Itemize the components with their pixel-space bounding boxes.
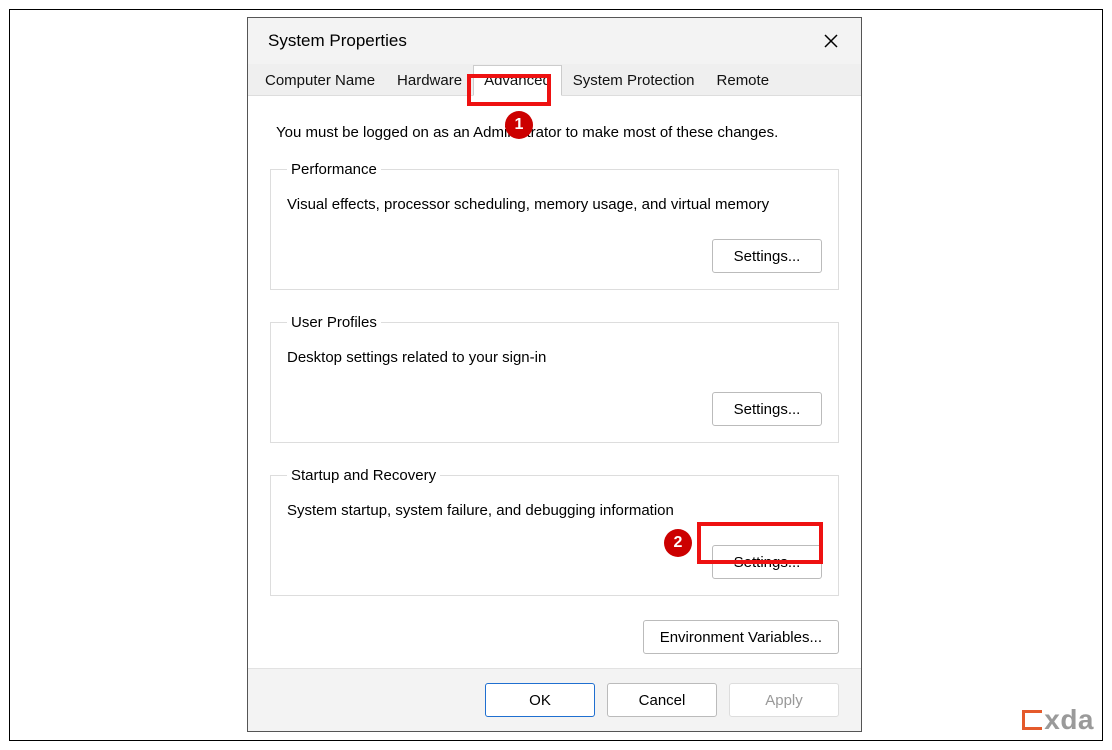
titlebar: System Properties — [248, 18, 861, 64]
close-button[interactable] — [811, 21, 851, 61]
legend-startup-recovery: Startup and Recovery — [287, 467, 440, 484]
apply-button: Apply — [729, 683, 839, 717]
content-area: You must be logged on as an Administrato… — [248, 96, 861, 668]
watermark-text: xda — [1044, 704, 1094, 736]
tab-advanced[interactable]: Advanced — [473, 65, 562, 96]
legend-user-profiles: User Profiles — [287, 314, 381, 331]
window-title: System Properties — [268, 31, 811, 51]
xda-logo-icon — [1022, 710, 1042, 730]
user-profiles-settings-button[interactable]: Settings... — [712, 392, 822, 426]
tab-hardware[interactable]: Hardware — [386, 65, 473, 95]
cancel-button[interactable]: Cancel — [607, 683, 717, 717]
group-user-profiles: User Profiles Desktop settings related t… — [270, 314, 839, 443]
tab-computer-name[interactable]: Computer Name — [254, 65, 386, 95]
tab-remote[interactable]: Remote — [706, 65, 781, 95]
environment-variables-button[interactable]: Environment Variables... — [643, 620, 839, 654]
group-performance: Performance Visual effects, processor sc… — [270, 161, 839, 290]
desc-user-profiles: Desktop settings related to your sign-in — [287, 349, 822, 366]
startup-recovery-settings-button[interactable]: Settings... — [712, 545, 822, 579]
group-startup-recovery: Startup and Recovery System startup, sys… — [270, 467, 839, 596]
ok-button[interactable]: OK — [485, 683, 595, 717]
desc-startup-recovery: System startup, system failure, and debu… — [287, 502, 822, 519]
xda-watermark: xda — [1022, 704, 1094, 736]
performance-settings-button[interactable]: Settings... — [712, 239, 822, 273]
close-icon — [823, 33, 839, 49]
tab-bar: Computer Name Hardware Advanced System P… — [248, 64, 861, 96]
tab-system-protection[interactable]: System Protection — [562, 65, 706, 95]
system-properties-dialog: System Properties Computer Name Hardware… — [247, 17, 862, 732]
dialog-footer: OK Cancel Apply — [248, 668, 861, 731]
desc-performance: Visual effects, processor scheduling, me… — [287, 196, 822, 213]
legend-performance: Performance — [287, 161, 381, 178]
admin-note: You must be logged on as an Administrato… — [276, 124, 833, 141]
